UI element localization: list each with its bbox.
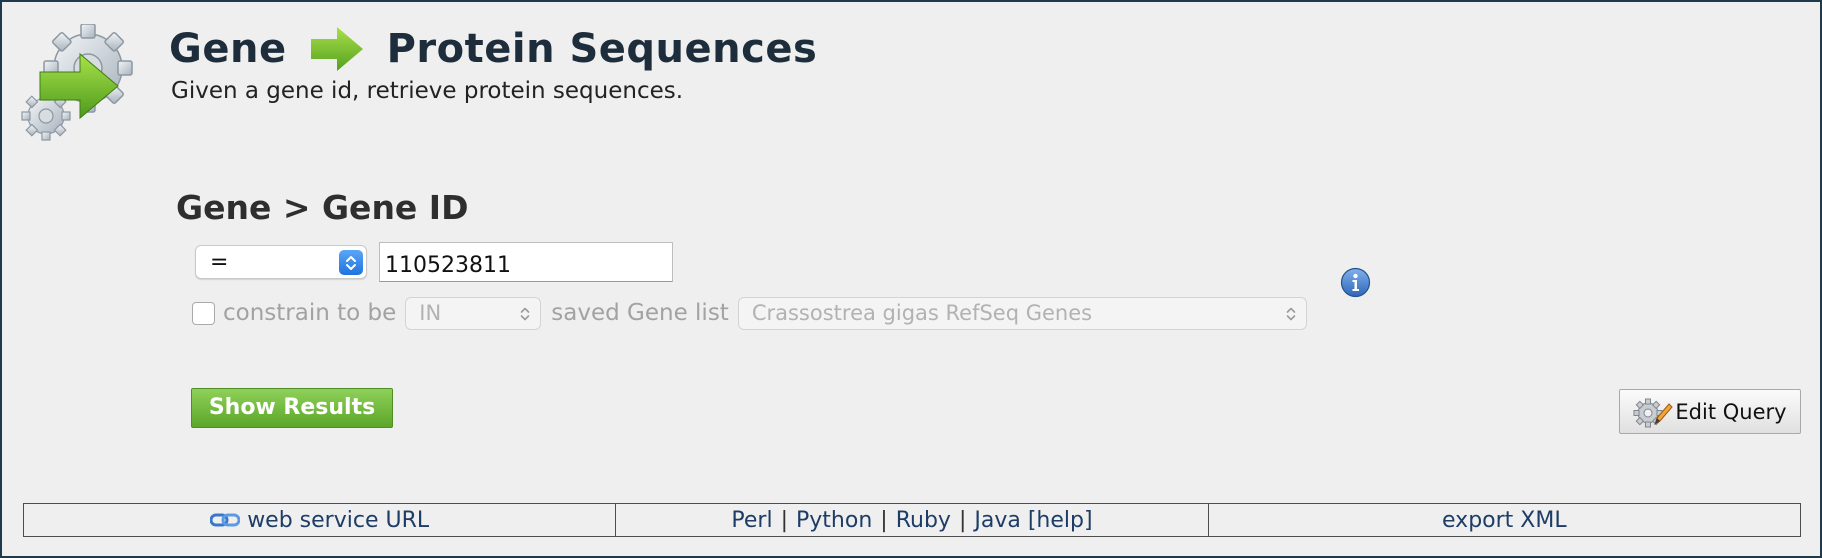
page-subtitle: Given a gene id, retrieve protein sequen…: [171, 78, 684, 104]
constrain-checkbox[interactable]: [192, 301, 215, 325]
saved-list-select[interactable]: Crassostrea gigas RefSeq Genes: [737, 296, 1307, 330]
edit-query-button[interactable]: Edit Query: [1619, 389, 1801, 434]
code-languages-cell: Perl | Python | Ruby | Java [help]: [616, 504, 1209, 536]
python-link[interactable]: Python: [796, 508, 872, 533]
title-target: Protein Sequences: [386, 26, 818, 72]
web-service-url-link[interactable]: web service URL: [247, 508, 429, 533]
separator: |: [780, 507, 789, 533]
list-constraint-row: constrain to be IN saved Gene list Crass…: [192, 294, 1307, 332]
footer-bar: web service URL Perl | Python | Ruby | J…: [23, 503, 1801, 537]
help-link[interactable]: [help]: [1028, 508, 1093, 533]
title-source: Gene: [169, 26, 287, 72]
template-panel: Gene Protein Sequences Given a gene id, …: [0, 0, 1822, 558]
gear-pencil-icon: [1633, 398, 1674, 427]
chevron-updown-icon: [520, 307, 530, 320]
web-service-cell: web service URL: [24, 504, 617, 536]
java-link[interactable]: Java: [974, 508, 1020, 533]
in-select[interactable]: IN: [405, 296, 542, 330]
separator: |: [880, 507, 888, 533]
operator-select[interactable]: =: [195, 245, 367, 279]
arrow-right-icon: [310, 27, 363, 71]
select-stepper-icon: [339, 250, 363, 275]
edit-query-label: Edit Query: [1675, 399, 1787, 424]
export-xml-link[interactable]: export XML: [1442, 508, 1567, 533]
in-select-value: IN: [419, 301, 442, 325]
constraint-path-label: Gene > Gene ID: [176, 188, 469, 227]
link-chain-icon: [210, 513, 241, 527]
chevron-updown-icon: [1286, 307, 1296, 320]
separator: |: [958, 507, 967, 533]
ruby-link[interactable]: Ruby: [896, 508, 951, 533]
template-gears-logo: [21, 24, 133, 141]
perl-link[interactable]: Perl: [731, 508, 772, 533]
saved-list-value: Crassostrea gigas RefSeq Genes: [751, 301, 1093, 325]
gene-id-input[interactable]: [379, 242, 673, 282]
operator-value: =: [210, 249, 229, 275]
show-results-button[interactable]: Show Results: [191, 388, 393, 428]
export-cell: export XML: [1209, 504, 1800, 536]
info-icon[interactable]: [1340, 267, 1371, 298]
page-title: Gene Protein Sequences: [169, 24, 817, 74]
saved-list-label: saved Gene list: [551, 300, 729, 326]
constrain-label: constrain to be: [223, 300, 397, 326]
